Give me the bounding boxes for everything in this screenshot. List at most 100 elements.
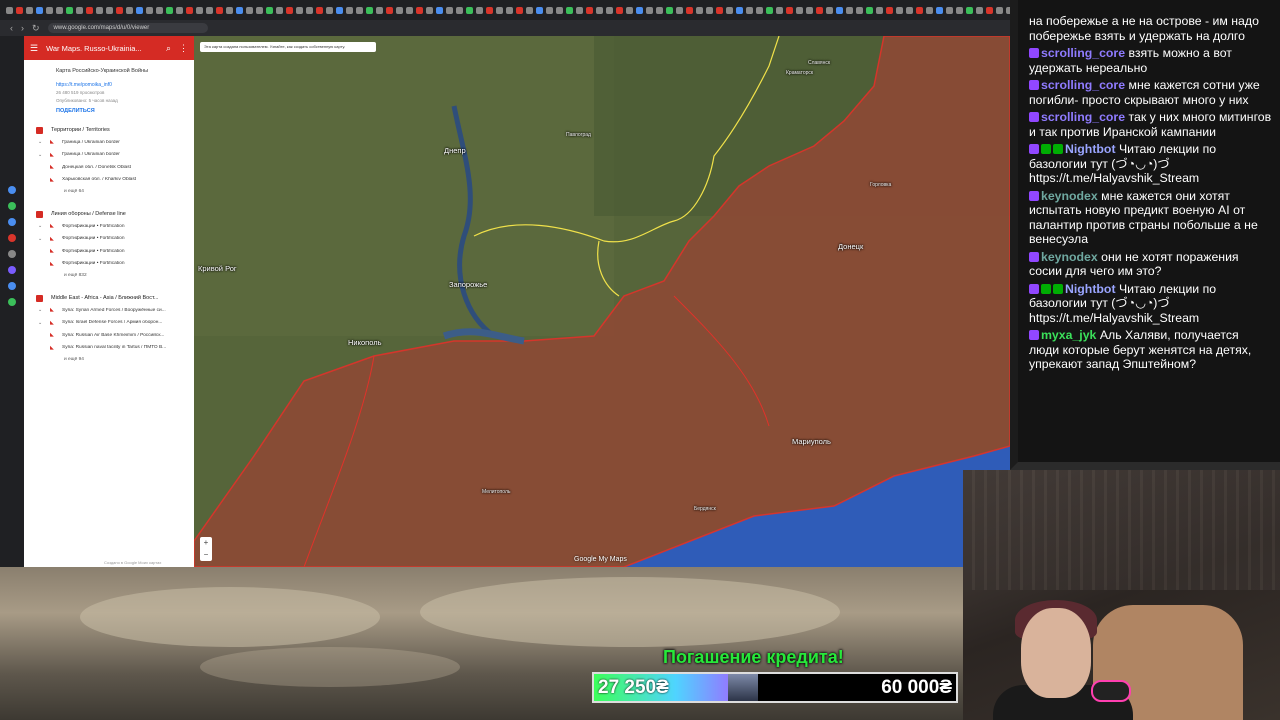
browser-tab-icon[interactable]	[686, 6, 693, 14]
browser-tab-icon[interactable]	[856, 6, 863, 14]
layer-header[interactable]: Линия обороны / Defense line	[24, 208, 194, 220]
browser-tab-icon[interactable]	[516, 6, 523, 14]
browser-tab-icon[interactable]	[816, 6, 823, 14]
browser-tab-icon[interactable]	[716, 6, 723, 14]
browser-tab-icon[interactable]	[116, 6, 123, 14]
browser-tab-icon[interactable]	[96, 6, 103, 14]
browser-tab-icon[interactable]	[726, 6, 733, 14]
browser-tab-icon[interactable]	[56, 6, 63, 14]
layer-item[interactable]: ◣ Донецкая обл. / Donetsk Oblast	[24, 161, 194, 174]
layer-item[interactable]: ◣ Харьковская обл. / Kharkiv Oblast	[24, 174, 194, 187]
city-label[interactable]: Мариуполь	[792, 437, 831, 446]
browser-tab-icon[interactable]	[846, 6, 853, 14]
chat-username[interactable]: myxa_jyk	[1041, 328, 1096, 342]
chat-username[interactable]: scrolling_core	[1041, 78, 1125, 92]
chevron-icon[interactable]: ⌄	[38, 307, 44, 313]
browser-tab-icon[interactable]	[926, 6, 933, 14]
app-icon[interactable]	[8, 298, 16, 306]
url-field[interactable]: www.google.com/maps/d/u/0/viewer	[47, 23, 208, 33]
browser-tab-icon[interactable]	[696, 6, 703, 14]
browser-tab-icon[interactable]	[836, 6, 843, 14]
browser-tab-icon[interactable]	[286, 6, 293, 14]
browser-tab-icon[interactable]	[576, 6, 583, 14]
app-icon[interactable]	[8, 218, 16, 226]
city-label[interactable]: Славянск	[808, 60, 830, 66]
browser-tab-icon[interactable]	[396, 6, 403, 14]
browser-tab-icon[interactable]	[446, 6, 453, 14]
browser-tab-icon[interactable]	[266, 6, 273, 14]
telegram-link[interactable]: https://t.me/pomoika_inf0	[56, 82, 194, 88]
browser-tab-icon[interactable]	[596, 6, 603, 14]
layer-item[interactable]: ⌄ ◣ Граница / Ukrainian border	[24, 149, 194, 162]
browser-tab-icon[interactable]	[746, 6, 753, 14]
app-icon[interactable]	[8, 250, 16, 258]
browser-tab-icon[interactable]	[236, 6, 243, 14]
chevron-icon[interactable]: ⌄	[38, 320, 44, 326]
layer-header[interactable]: Middle East - Africa - Asia / Ближний Во…	[24, 292, 194, 304]
chat-username[interactable]: scrolling_core	[1041, 46, 1125, 60]
forward-icon[interactable]: ›	[21, 23, 24, 33]
browser-tab-icon[interactable]	[896, 6, 903, 14]
browser-tab-icon[interactable]	[966, 6, 973, 14]
app-icon[interactable]	[8, 186, 16, 194]
browser-tab-icon[interactable]	[26, 6, 33, 14]
browser-tab-icon[interactable]	[526, 6, 533, 14]
browser-tab-icon[interactable]	[886, 6, 893, 14]
browser-tab-icon[interactable]	[536, 6, 543, 14]
browser-tab-icon[interactable]	[316, 6, 323, 14]
browser-tab-icon[interactable]	[106, 6, 113, 14]
share-button[interactable]: ПОДЕЛИТЬСЯ	[56, 108, 194, 114]
browser-tab-icon[interactable]	[206, 6, 213, 14]
city-label[interactable]: Никополь	[348, 338, 382, 347]
browser-tab-icon[interactable]	[66, 6, 73, 14]
app-icon[interactable]	[8, 266, 16, 274]
browser-tab-icon[interactable]	[626, 6, 633, 14]
browser-tab-icon[interactable]	[176, 6, 183, 14]
browser-tab-icon[interactable]	[486, 6, 493, 14]
browser-tab-icon[interactable]	[406, 6, 413, 14]
city-label[interactable]: Павлоград	[566, 132, 591, 138]
browser-tab-icon[interactable]	[986, 6, 993, 14]
browser-tab-icon[interactable]	[736, 6, 743, 14]
zoom-in-button[interactable]: +	[200, 537, 212, 549]
city-label[interactable]: Запорожье	[449, 280, 487, 289]
chevron-icon[interactable]: ⌄	[38, 236, 44, 242]
browser-tab-icon[interactable]	[706, 6, 713, 14]
browser-tab-icon[interactable]	[806, 6, 813, 14]
browser-tab-icon[interactable]	[156, 6, 163, 14]
browser-tab-icon[interactable]	[36, 6, 43, 14]
browser-tab-icon[interactable]	[386, 6, 393, 14]
browser-tab-icon[interactable]	[496, 6, 503, 14]
layer-item[interactable]: ◣ Фортификации • Fortification	[24, 258, 194, 271]
back-icon[interactable]: ‹	[10, 23, 13, 33]
layer-item[interactable]: ⌄ ◣ Syria: Israel Defense Forces / Армия о…	[24, 317, 194, 330]
more-options-icon[interactable]: ⋮	[179, 43, 188, 54]
menu-icon[interactable]: ☰	[30, 43, 38, 54]
browser-tab-icon[interactable]	[166, 6, 173, 14]
browser-tab-icon[interactable]	[336, 6, 343, 14]
layer-item[interactable]: ◣ Syria: Russian naval facility in Tartus…	[24, 342, 194, 355]
city-label[interactable]: Краматорск	[786, 70, 813, 76]
browser-tab-icon[interactable]	[566, 6, 573, 14]
app-icon[interactable]	[8, 282, 16, 290]
browser-tab-icon[interactable]	[456, 6, 463, 14]
browser-tab-icon[interactable]	[476, 6, 483, 14]
city-label[interactable]: Мелитополь	[482, 489, 510, 495]
layer-header[interactable]: Территории / Territories	[24, 124, 194, 136]
browser-tab-icon[interactable]	[136, 6, 143, 14]
show-more-link[interactable]: и ещё 64	[24, 186, 194, 198]
layer-item[interactable]: ◣ Фортификации • Fortification	[24, 245, 194, 258]
chat-username[interactable]: keynodex	[1041, 250, 1098, 264]
browser-tab-icon[interactable]	[426, 6, 433, 14]
browser-tab-icon[interactable]	[256, 6, 263, 14]
browser-tab-icon[interactable]	[376, 6, 383, 14]
browser-tab-icon[interactable]	[126, 6, 133, 14]
browser-tab-icon[interactable]	[766, 6, 773, 14]
layer-item[interactable]: ⌄ ◣ Граница / Ukrainian border	[24, 136, 194, 149]
browser-tab-icon[interactable]	[506, 6, 513, 14]
layer-item[interactable]: ⌄ ◣ Фортификации • Fortification	[24, 233, 194, 246]
chat-username[interactable]: Nightbot	[1065, 142, 1116, 156]
layer-checkbox[interactable]	[36, 294, 43, 302]
city-label[interactable]: Донецк	[838, 242, 863, 251]
browser-tab-icon[interactable]	[956, 6, 963, 14]
